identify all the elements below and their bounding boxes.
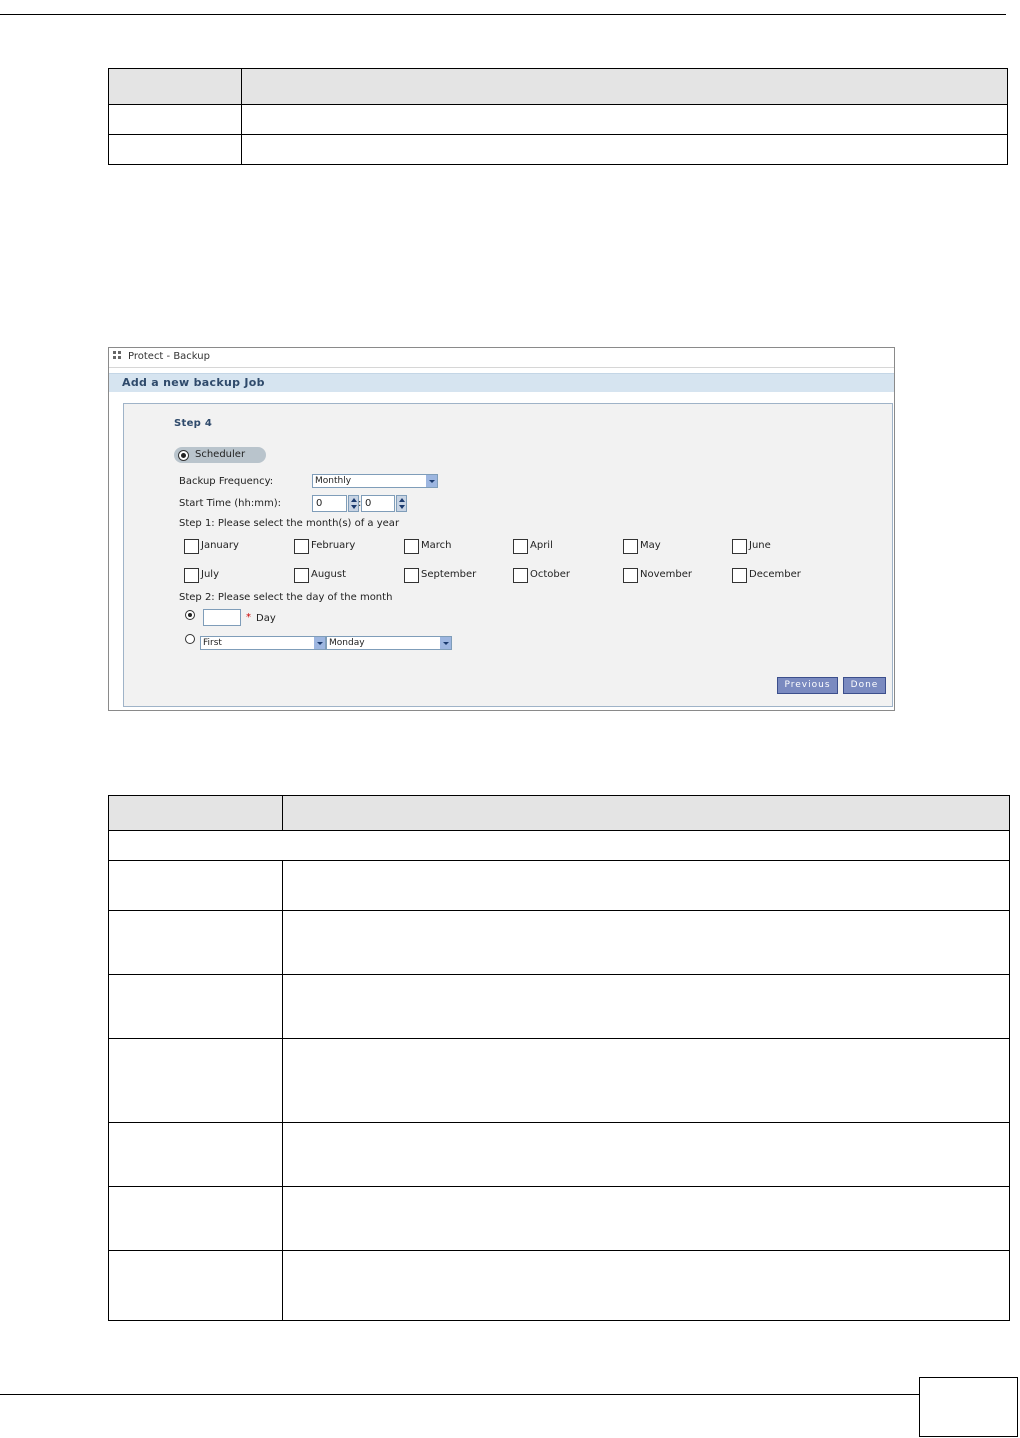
description-table-top — [108, 68, 1008, 165]
checkbox-icon[interactable] — [513, 539, 528, 554]
window-title: Protect - Backup — [113, 350, 210, 364]
table-row — [108, 134, 1008, 165]
weekday-radio[interactable] — [185, 634, 195, 644]
ordinal-value: First — [203, 638, 222, 648]
checkbox-icon[interactable] — [732, 568, 747, 583]
chevron-down-icon[interactable] — [314, 637, 325, 649]
checkbox-icon[interactable] — [732, 539, 747, 554]
chevron-down-icon[interactable] — [440, 637, 451, 649]
day-prompt: Step 2: Please select the day of the mon… — [179, 592, 393, 603]
table-row — [108, 1122, 1010, 1187]
start-hour-spinner[interactable]: 0 — [312, 495, 359, 512]
table-row — [108, 860, 1010, 911]
section-header: Add a new backup Job — [122, 376, 265, 389]
checkbox-icon[interactable] — [404, 568, 419, 583]
step-heading: Step 4 — [174, 418, 213, 429]
table-row — [108, 104, 1008, 135]
backup-frequency-value: Monthly — [315, 476, 352, 486]
scheduler-option[interactable]: Scheduler — [174, 447, 266, 463]
start-minute-value: 0 — [365, 498, 372, 509]
table-row — [108, 1038, 1010, 1123]
spinner-arrows-icon[interactable] — [396, 495, 407, 512]
start-time-label: Start Time (hh:mm): — [179, 498, 281, 509]
scheduler-label: Scheduler — [195, 449, 246, 460]
header-rule — [0, 14, 1006, 15]
checkbox-icon[interactable] — [184, 568, 199, 583]
backup-frequency-select[interactable]: Monthly — [312, 474, 438, 488]
weekday-value: Monday — [329, 638, 365, 648]
description-table-bottom — [108, 795, 1010, 1321]
day-number-radio[interactable] — [185, 610, 195, 620]
wizard-panel: Step 4 Scheduler Backup Frequency: Month… — [123, 403, 893, 707]
day-label: Day — [256, 613, 276, 624]
backup-job-screenshot: Protect - Backup Add a new backup Job St… — [108, 347, 895, 711]
table-section-row — [108, 830, 1010, 861]
grip-icon — [113, 351, 122, 360]
table-row — [108, 910, 1010, 975]
ordinal-select[interactable]: First — [200, 636, 326, 650]
checkbox-icon[interactable] — [294, 539, 309, 554]
table-row — [108, 1250, 1010, 1321]
radio-selected-icon[interactable] — [178, 450, 189, 461]
day-number-input[interactable] — [203, 609, 241, 626]
checkbox-icon[interactable] — [513, 568, 528, 583]
chevron-down-icon[interactable] — [426, 475, 437, 487]
table-header-row — [108, 795, 1010, 831]
months-prompt: Step 1: Please select the month(s) of a … — [179, 518, 400, 529]
title-divider — [109, 367, 894, 368]
checkbox-icon[interactable] — [623, 539, 638, 554]
weekday-select[interactable]: Monday — [326, 636, 452, 650]
backup-frequency-label: Backup Frequency: — [179, 476, 274, 487]
table-row — [108, 1186, 1010, 1251]
checkbox-icon[interactable] — [623, 568, 638, 583]
table-row — [108, 974, 1010, 1039]
checkbox-icon[interactable] — [294, 568, 309, 583]
previous-button[interactable]: Previous — [777, 677, 838, 694]
done-button[interactable]: Done — [843, 677, 886, 694]
checkbox-icon[interactable] — [404, 539, 419, 554]
start-minute-spinner[interactable]: 0 — [361, 495, 407, 512]
checkbox-icon[interactable] — [184, 539, 199, 554]
table-header-row — [108, 68, 1008, 105]
page-number-box — [919, 1377, 1018, 1437]
required-mark: * — [246, 612, 251, 623]
footer-rule — [0, 1394, 919, 1395]
section-header-bar: Add a new backup Job — [109, 373, 894, 392]
start-hour-value: 0 — [316, 498, 323, 509]
